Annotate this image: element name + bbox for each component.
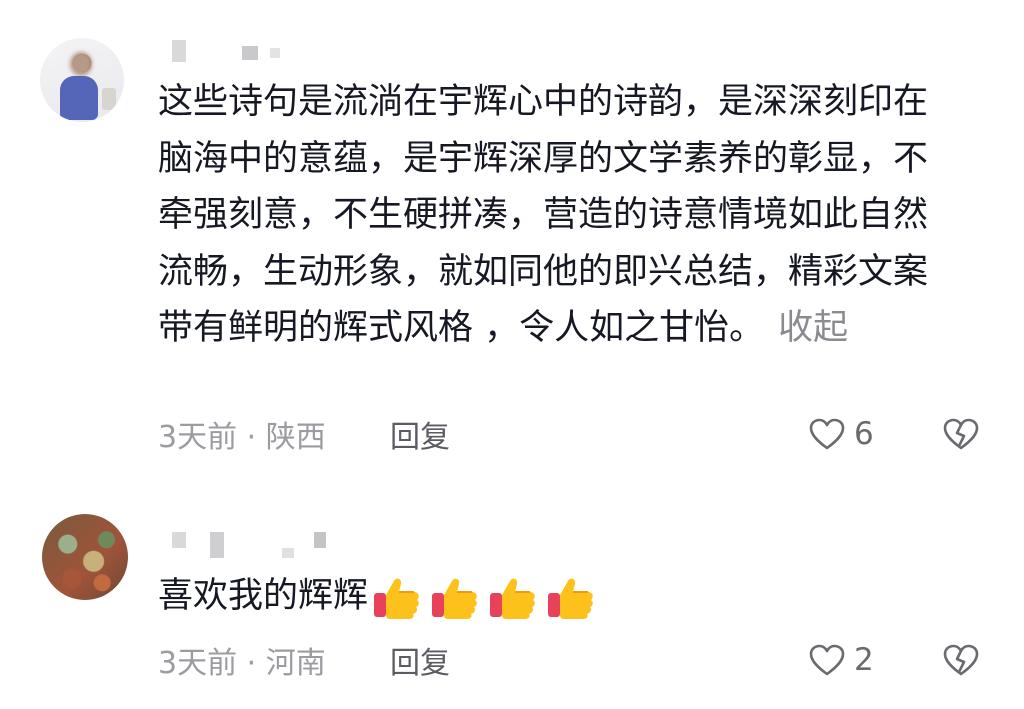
reply-button[interactable]: 回复 [390,640,450,681]
comment-body: 喜欢我的辉辉 [158,576,369,616]
heart-icon [809,644,845,676]
comment-text: 这些诗句是流淌在宇辉心中的诗韵，是深深刻印在脑海中的意蕴，是宇辉深厚的文学素养的… [158,74,958,357]
username-redacted[interactable] [172,40,302,64]
dislike-button[interactable] [942,640,980,680]
avatar[interactable] [42,514,128,600]
broken-heart-icon [943,644,979,676]
emoji-row [372,573,596,621]
collapse-link[interactable]: 收起 [778,308,848,348]
thumbs-up-icon [432,578,477,619]
like-button[interactable]: 2 [808,640,874,680]
comment-meta: 3天前 · 河南 [158,646,326,681]
username-redacted[interactable] [172,532,332,558]
heart-icon [809,418,845,450]
thumbs-up-icon [374,578,419,619]
comment-item: 这些诗句是流淌在宇辉心中的诗韵，是深深刻印在脑海中的意蕴，是宇辉深厚的文学素养的… [0,0,1024,480]
comment-item: 喜欢我的辉辉 3天前 · 河南 回复 2 [0,480,1024,709]
dislike-button[interactable] [942,414,980,454]
thumbs-up-icon [548,578,593,619]
comment-text: 喜欢我的辉辉 [158,568,958,625]
like-button[interactable]: 6 [808,414,874,454]
broken-heart-icon [943,418,979,450]
like-count: 2 [854,642,874,678]
avatar[interactable] [40,38,124,122]
like-count: 6 [854,416,874,452]
thumbs-up-icon [490,578,535,619]
reply-button[interactable]: 回复 [390,414,450,455]
comment-meta: 3天前 · 陕西 [158,420,326,455]
